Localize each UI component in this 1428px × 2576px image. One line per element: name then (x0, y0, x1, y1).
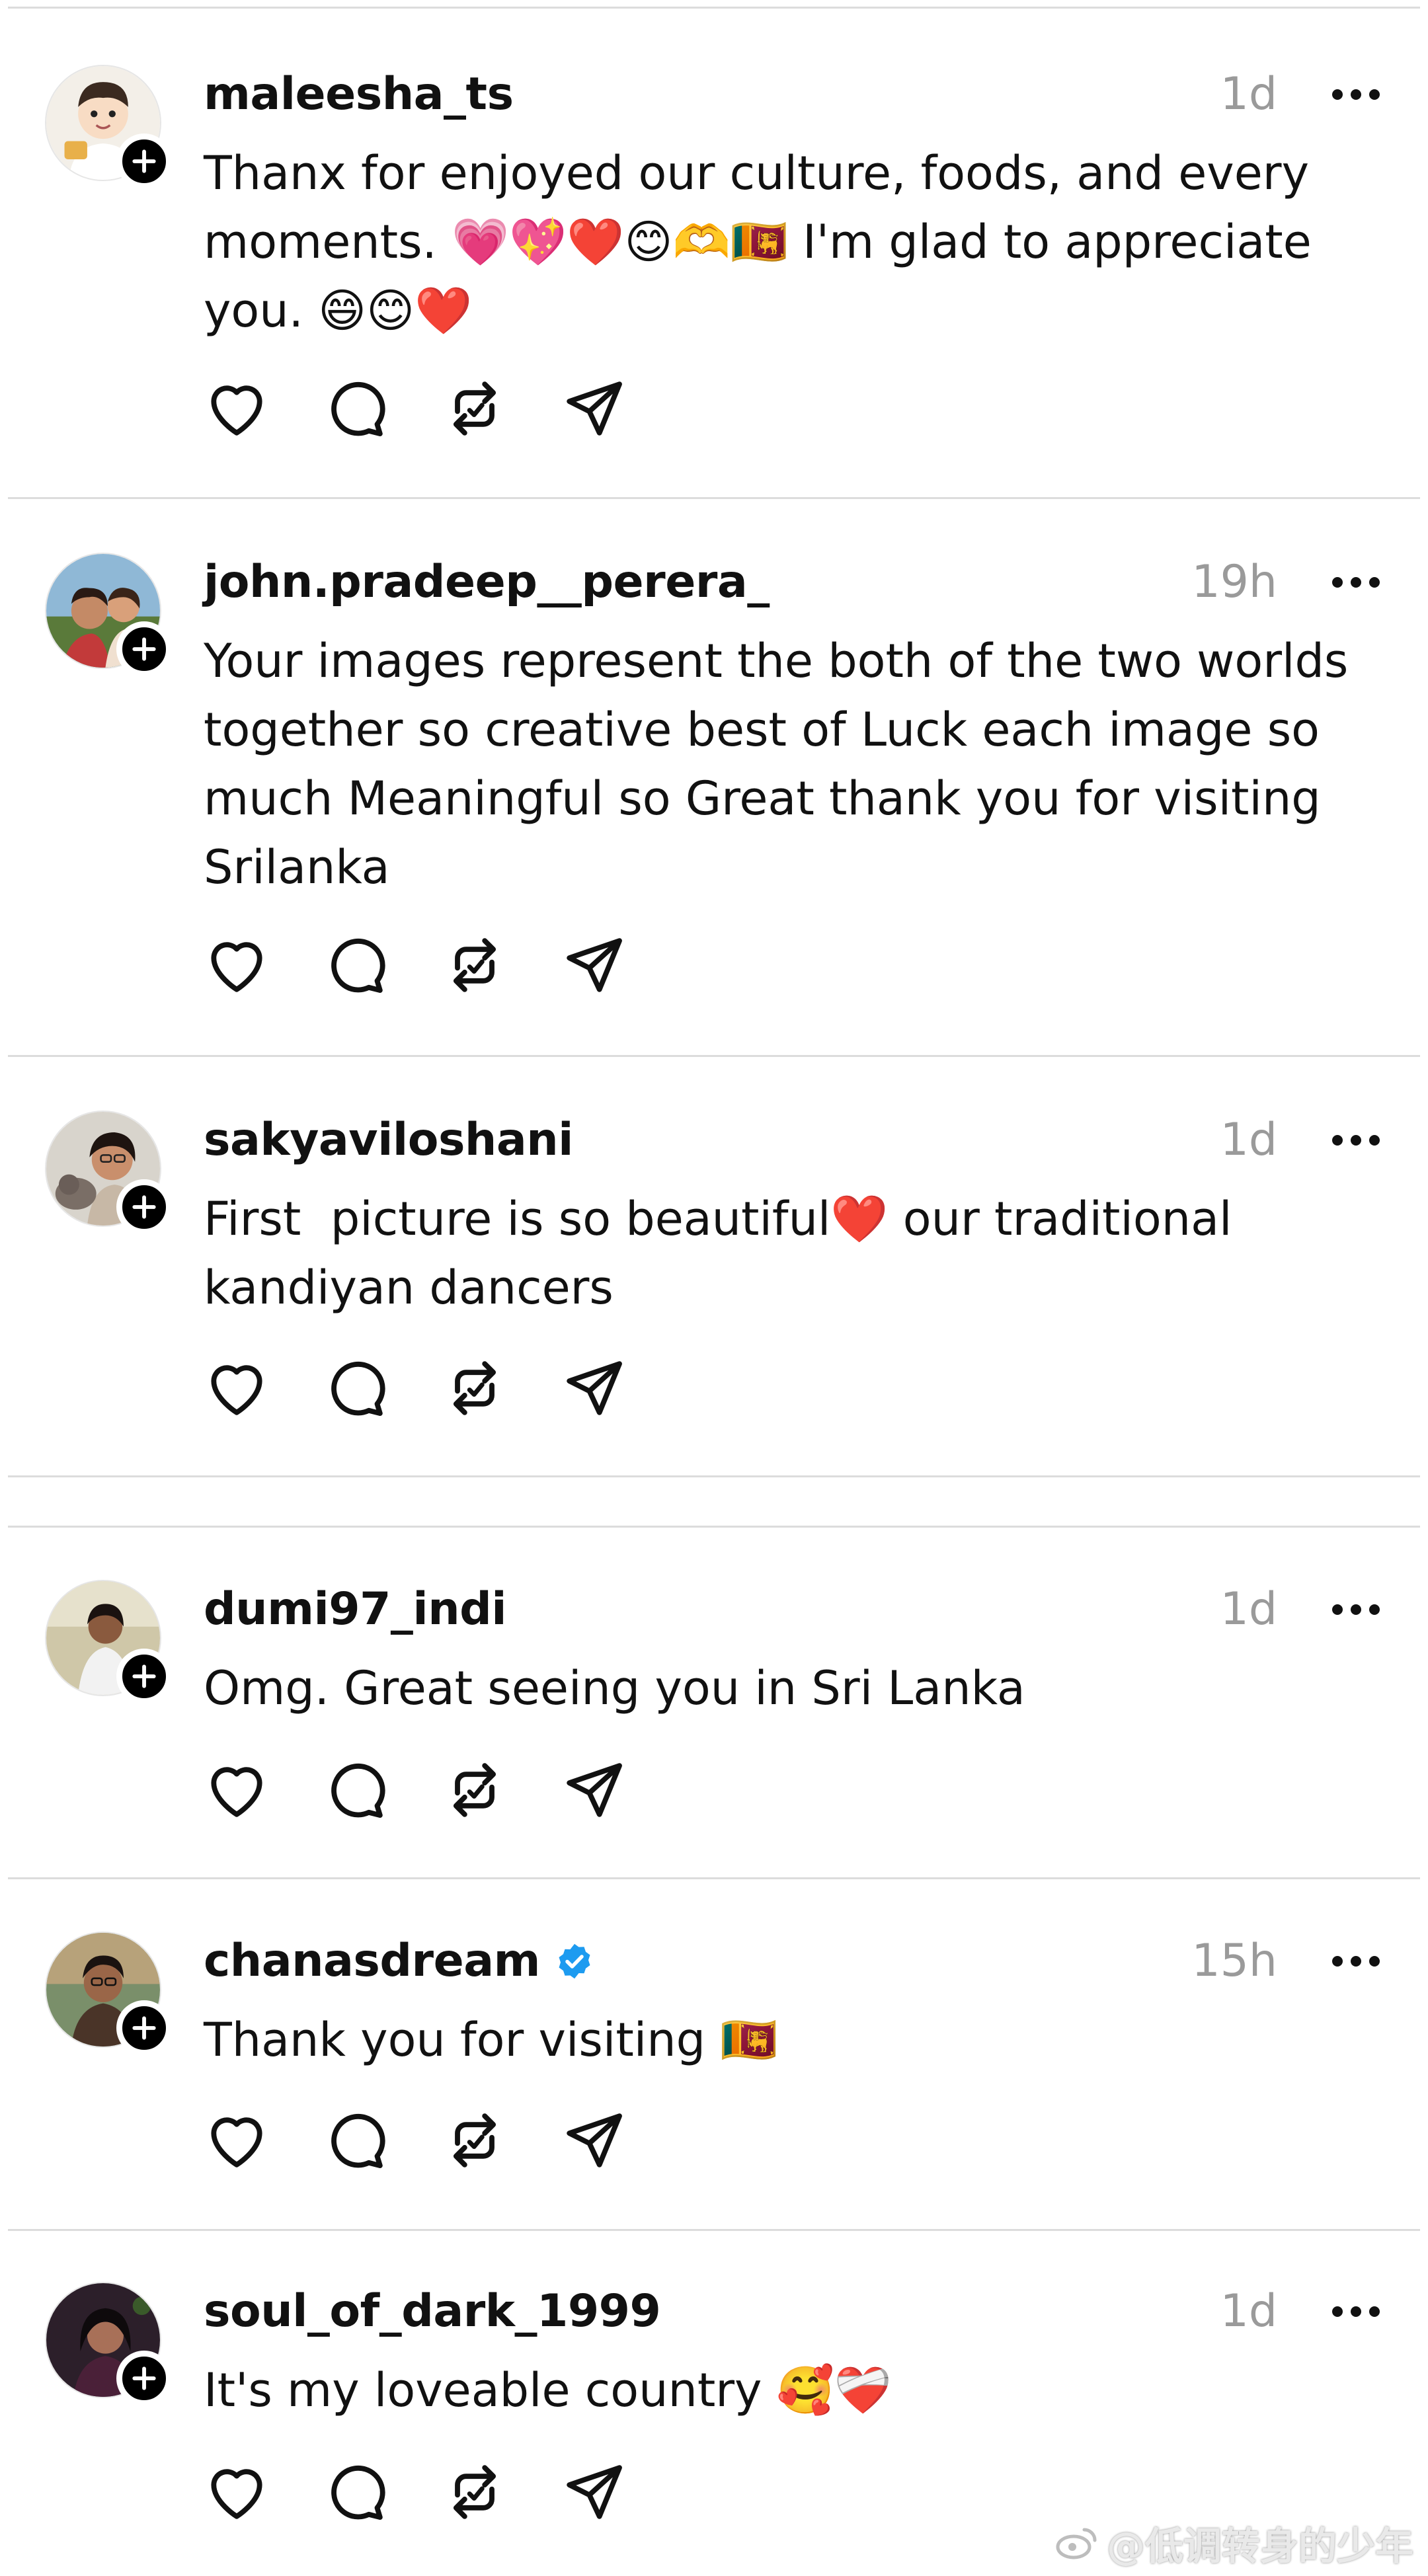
comment-icon[interactable] (321, 1756, 390, 1824)
follow-button[interactable] (116, 1179, 172, 1235)
divider (8, 1877, 1420, 1879)
divider (8, 2229, 1420, 2231)
more-icon[interactable] (1329, 1130, 1383, 1150)
timestamp: 1d (1220, 2285, 1277, 2337)
comment-text: Thank you for visiting 🇱🇰 (204, 2013, 778, 2067)
repost-icon[interactable] (440, 931, 509, 999)
share-icon[interactable] (559, 1354, 628, 1423)
follow-button[interactable] (116, 621, 172, 677)
divider (8, 1055, 1420, 1057)
comment-text: Your images represent the both of the tw… (204, 634, 1349, 894)
action-bar (202, 2458, 628, 2526)
heart-icon[interactable] (202, 374, 271, 443)
follow-button[interactable] (116, 2351, 172, 2406)
username[interactable]: chanasdream (204, 1936, 594, 1986)
share-icon[interactable] (559, 1756, 628, 1824)
comment-icon[interactable] (321, 2458, 390, 2526)
action-bar (202, 2106, 628, 2175)
comment-icon[interactable] (321, 1354, 390, 1423)
comment-icon[interactable] (321, 2106, 390, 2175)
divider (8, 1526, 1420, 1528)
heart-icon[interactable] (202, 1756, 271, 1824)
more-icon[interactable] (1329, 85, 1383, 104)
heart-icon[interactable] (202, 1354, 271, 1423)
repost-icon[interactable] (440, 2106, 509, 2175)
action-bar (202, 1756, 628, 1824)
plus-icon (132, 2366, 156, 2390)
plus-icon (132, 149, 156, 173)
share-icon[interactable] (559, 2458, 628, 2526)
more-icon[interactable] (1329, 572, 1383, 592)
more-icon[interactable] (1329, 2302, 1383, 2322)
share-icon[interactable] (559, 931, 628, 999)
timestamp: 1d (1220, 1114, 1277, 1166)
username[interactable]: john.pradeep__perera_ (204, 557, 770, 607)
comment-text: Omg. Great seeing you in Sri Lanka (204, 1661, 1025, 1715)
plus-icon (132, 637, 156, 661)
repost-icon[interactable] (440, 374, 509, 443)
plus-icon (132, 2016, 156, 2040)
repost-icon[interactable] (440, 1354, 509, 1423)
verified-icon (559, 1944, 590, 1979)
comment-text: First picture is so beautiful❤️ our trad… (204, 1192, 1232, 1315)
follow-button[interactable] (116, 1649, 172, 1704)
follow-button[interactable] (116, 2000, 172, 2056)
plus-icon (132, 1195, 156, 1219)
watermark: @低调转身的少年 (1055, 2515, 1413, 2571)
weibo-logo-icon (1056, 2528, 1097, 2559)
comment-feed: maleesha_ts 1d Thanx for enjoyed our cul… (0, 0, 1428, 2576)
username[interactable]: maleesha_ts (204, 69, 514, 120)
heart-icon[interactable] (202, 2106, 271, 2175)
follow-button[interactable] (116, 134, 172, 189)
timestamp: 19h (1191, 556, 1277, 608)
plus-icon (132, 1664, 156, 1688)
timestamp: 1d (1220, 68, 1277, 120)
share-icon[interactable] (559, 2106, 628, 2175)
action-bar (202, 931, 628, 999)
repost-icon[interactable] (440, 1756, 509, 1824)
timestamp: 1d (1220, 1583, 1277, 1635)
repost-icon[interactable] (440, 2458, 509, 2526)
heart-icon[interactable] (202, 2458, 271, 2526)
more-icon[interactable] (1329, 1600, 1383, 1620)
username[interactable]: dumi97_indi (204, 1584, 507, 1635)
divider (8, 1475, 1420, 1477)
divider (8, 7, 1420, 9)
action-bar (202, 1354, 628, 1423)
heart-icon[interactable] (202, 931, 271, 999)
action-bar (202, 374, 628, 443)
comment-text: Thanx for enjoyed our culture, foods, an… (204, 146, 1312, 338)
username[interactable]: sakyaviloshani (204, 1115, 573, 1165)
more-icon[interactable] (1329, 1951, 1383, 1971)
comment-icon[interactable] (321, 931, 390, 999)
username[interactable]: soul_of_dark_1999 (204, 2286, 661, 2337)
divider (8, 497, 1420, 499)
comment-icon[interactable] (321, 374, 390, 443)
timestamp: 15h (1191, 1935, 1277, 1987)
share-icon[interactable] (559, 374, 628, 443)
comment-text: It's my loveable country 🥰❤️‍🩹 (204, 2363, 892, 2417)
